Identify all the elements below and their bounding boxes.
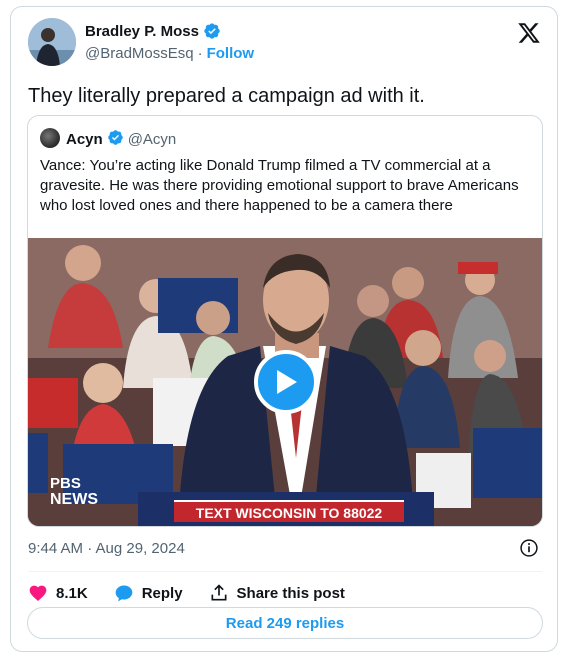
verified-badge-icon	[203, 22, 221, 40]
share-icon	[211, 584, 227, 601]
tweet-text: They literally prepared a campaign ad wi…	[28, 85, 425, 107]
pbs-logo-top: PBS	[50, 475, 81, 492]
author-name[interactable]: Bradley P. Moss	[85, 23, 199, 40]
author-name-row[interactable]: Bradley P. Moss	[85, 22, 221, 40]
like-button[interactable]: 8.1K	[28, 583, 88, 603]
quoted-author-avatar	[40, 128, 60, 148]
read-replies-button[interactable]: Read 249 replies	[27, 607, 543, 639]
quoted-tweet-text: Vance: You’re acting like Donald Trump f…	[40, 157, 519, 214]
follow-button[interactable]: Follow	[207, 45, 255, 62]
author-handle[interactable]: @BradMossEsq	[85, 45, 194, 62]
quoted-author-row: Acyn @Acyn	[66, 129, 176, 150]
separator-dot: ·	[197, 45, 203, 62]
share-button[interactable]: Share this post	[209, 583, 345, 603]
info-icon[interactable]	[519, 538, 539, 558]
divider	[28, 571, 542, 572]
action-bar: 8.1K Reply Share this post	[28, 578, 371, 608]
author-avatar[interactable]	[28, 18, 76, 66]
reply-label: Reply	[141, 584, 183, 602]
heart-icon	[29, 585, 47, 601]
video-player[interactable]: TEXT WISCONSIN TO 88022 PBS NEWS	[28, 238, 542, 526]
tweet-card: Bradley P. Moss @BradMossEsq · Follow Th…	[10, 6, 558, 652]
x-logo-icon[interactable]	[517, 21, 541, 45]
pbs-news-logo: PBS NEWS	[50, 476, 98, 508]
quoted-tweet[interactable]: Acyn @Acyn Vance: You’re acting like Don…	[27, 115, 543, 527]
share-label: Share this post	[236, 584, 345, 602]
verified-badge-icon	[107, 129, 124, 150]
video-banner: TEXT WISCONSIN TO 88022	[174, 500, 404, 522]
tweet-timestamp[interactable]: 9:44 AM · Aug 29, 2024	[28, 540, 185, 557]
like-count: 8.1K	[56, 584, 88, 602]
author-handle-row: @BradMossEsq · Follow	[85, 45, 254, 62]
quoted-author-name: Acyn	[66, 131, 103, 148]
play-icon	[277, 370, 297, 394]
quoted-author-handle: @Acyn	[127, 131, 177, 148]
reply-button[interactable]: Reply	[114, 583, 183, 603]
reply-icon	[115, 585, 133, 602]
play-button[interactable]	[254, 350, 318, 414]
pbs-logo-bottom: NEWS	[50, 491, 98, 508]
